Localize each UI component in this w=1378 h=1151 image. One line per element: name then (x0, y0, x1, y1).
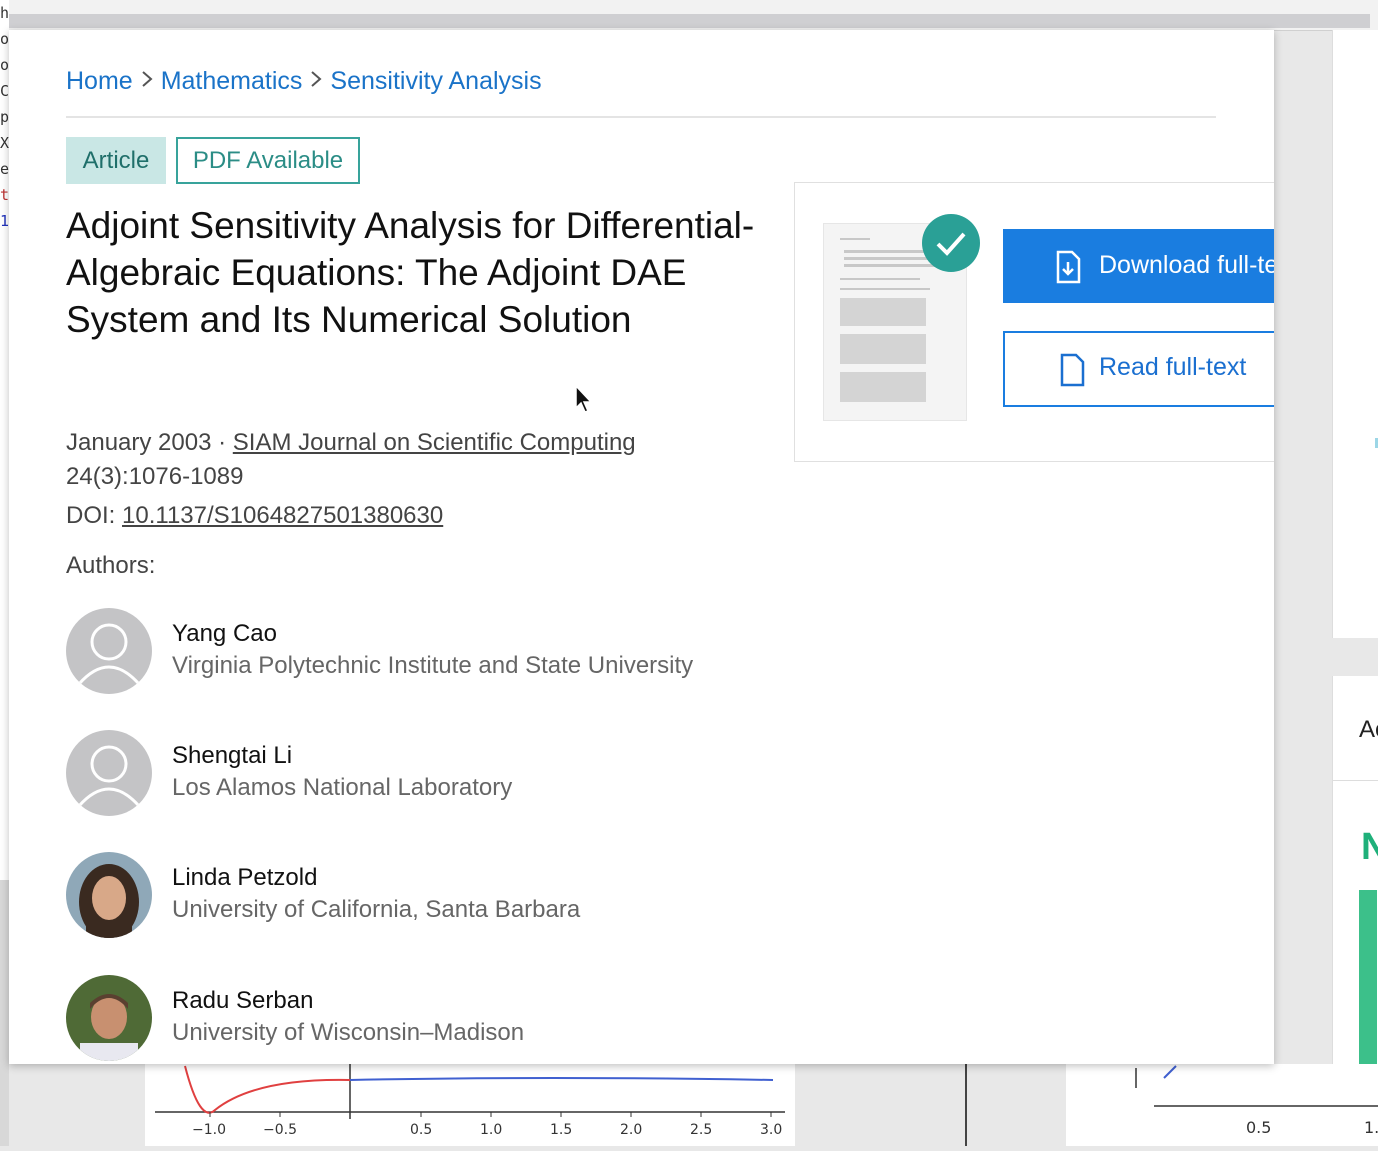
author-item[interactable]: Shengtai Li Los Alamos National Laborato… (66, 730, 766, 820)
journal-link[interactable]: SIAM Journal on Scientific Computing (233, 429, 636, 456)
download-button-label: Download full-text PD (1099, 251, 1274, 279)
author-item[interactable]: Radu Serban University of Wisconsin–Madi… (66, 975, 766, 1064)
read-button-label: Read full-text (1099, 353, 1247, 381)
thumb-block (840, 298, 926, 326)
tick-label: 1. (1364, 1118, 1378, 1137)
thumb-block (840, 334, 926, 364)
article-title: Adjoint Sensitivity Analysis for Differe… (66, 205, 755, 340)
partial-heading: Ac (1359, 716, 1378, 743)
avatar-placeholder[interactable] (66, 608, 152, 694)
author-affiliation: Los Alamos National Laboratory (172, 774, 513, 801)
doi-link[interactable]: 10.1137/S1064827501380630 (122, 502, 443, 529)
breadcrumb-home-link[interactable]: Home (66, 67, 133, 95)
plot-axes (1135, 1065, 1378, 1107)
background-plot: −1.0 −0.5 0.5 1.0 1.5 2.0 2.5 3.0 (145, 1064, 795, 1146)
mouse-cursor-icon (574, 384, 594, 419)
background-plot-right: 0.5 1. (1066, 1064, 1378, 1146)
fulltext-panel: Download full-text PD Read full-text (794, 182, 1274, 462)
download-file-icon (1053, 250, 1083, 291)
publication-meta: January 2003 · SIAM Journal on Scientifi… (66, 426, 636, 494)
right-sidebar-panel (1332, 30, 1378, 638)
window-top-bar (0, 0, 1378, 31)
pdf-available-badge: PDF Available (176, 137, 360, 184)
tick-label: 0.5 (1246, 1118, 1272, 1137)
tick-label: 2.5 (690, 1122, 713, 1138)
authors-heading: Authors: (66, 552, 156, 579)
code-char: o (0, 30, 9, 48)
tick-label: 3.0 (760, 1122, 783, 1138)
code-char: 1 (0, 212, 9, 230)
author-item[interactable]: Linda Petzold University of California, … (66, 852, 766, 942)
code-char: C (0, 82, 9, 100)
author-affiliation: University of California, Santa Barbara (172, 896, 581, 923)
volume-pages: 24(3):1076-1089 (66, 463, 244, 490)
code-char: t (0, 186, 9, 204)
tick-label: 2.0 (620, 1122, 643, 1138)
avatar-photo[interactable] (66, 852, 152, 938)
thumb-line (840, 278, 920, 280)
author-affiliation: University of Wisconsin–Madison (172, 1019, 525, 1046)
chevron-right-icon (302, 67, 330, 96)
plot-separator (965, 1064, 967, 1146)
checkmark-icon (922, 214, 980, 272)
code-char: X (0, 134, 9, 152)
author-name[interactable]: Shengtai Li (172, 742, 292, 770)
code-char: h (0, 4, 9, 22)
code-char: e (0, 160, 9, 178)
file-icon (1057, 353, 1087, 394)
thumb-line (840, 288, 930, 290)
doi-label: DOI: (66, 502, 123, 529)
tick-label: 0.5 (410, 1122, 433, 1138)
breadcrumb-topic-link[interactable]: Sensitivity Analysis (330, 67, 541, 95)
doi-line: DOI: 10.1137/S1064827501380630 (66, 502, 443, 530)
divider (1333, 780, 1378, 781)
tick-label: 1.5 (550, 1122, 573, 1138)
logo-fragment: N (1361, 826, 1378, 868)
article-card: Home Mathematics Sensitivity Analysis Arti… (9, 30, 1274, 1064)
background-code-editor: h o o C p X e t 1 (0, 0, 9, 880)
tab-strip (8, 14, 1370, 28)
tick-label: 1.0 (480, 1122, 503, 1138)
author-name[interactable]: Linda Petzold (172, 864, 317, 892)
author-item[interactable]: Yang Cao Virginia Polytechnic Institute … (66, 608, 766, 698)
divider (66, 116, 1216, 118)
author-name[interactable]: Radu Serban (172, 987, 313, 1015)
thumb-block (840, 372, 926, 402)
avatar-photo[interactable] (66, 975, 152, 1061)
breadcrumb: Home Mathematics Sensitivity Analysis (66, 67, 542, 96)
chevron-right-icon (133, 67, 161, 96)
breadcrumb-mathematics-link[interactable]: Mathematics (161, 67, 303, 95)
download-fulltext-button[interactable]: Download full-text PD (1003, 229, 1274, 303)
article-type-badge: Article (66, 137, 166, 184)
publication-date: January 2003 (66, 429, 212, 456)
code-char: o (0, 56, 9, 74)
thumb-line (840, 238, 870, 240)
author-affiliation: Virginia Polytechnic Institute and State… (172, 652, 694, 679)
read-fulltext-button[interactable]: Read full-text (1003, 331, 1274, 407)
author-name[interactable]: Yang Cao (172, 620, 277, 648)
background-window (0, 880, 9, 1146)
meta-separator: · (211, 429, 233, 456)
green-banner (1359, 890, 1377, 1066)
tick-label: −0.5 (263, 1122, 297, 1138)
tick-label: −1.0 (192, 1122, 226, 1138)
code-char: p (0, 108, 9, 126)
avatar-placeholder[interactable] (66, 730, 152, 816)
right-sidebar-panel-lower: Ac N (1332, 676, 1378, 1066)
